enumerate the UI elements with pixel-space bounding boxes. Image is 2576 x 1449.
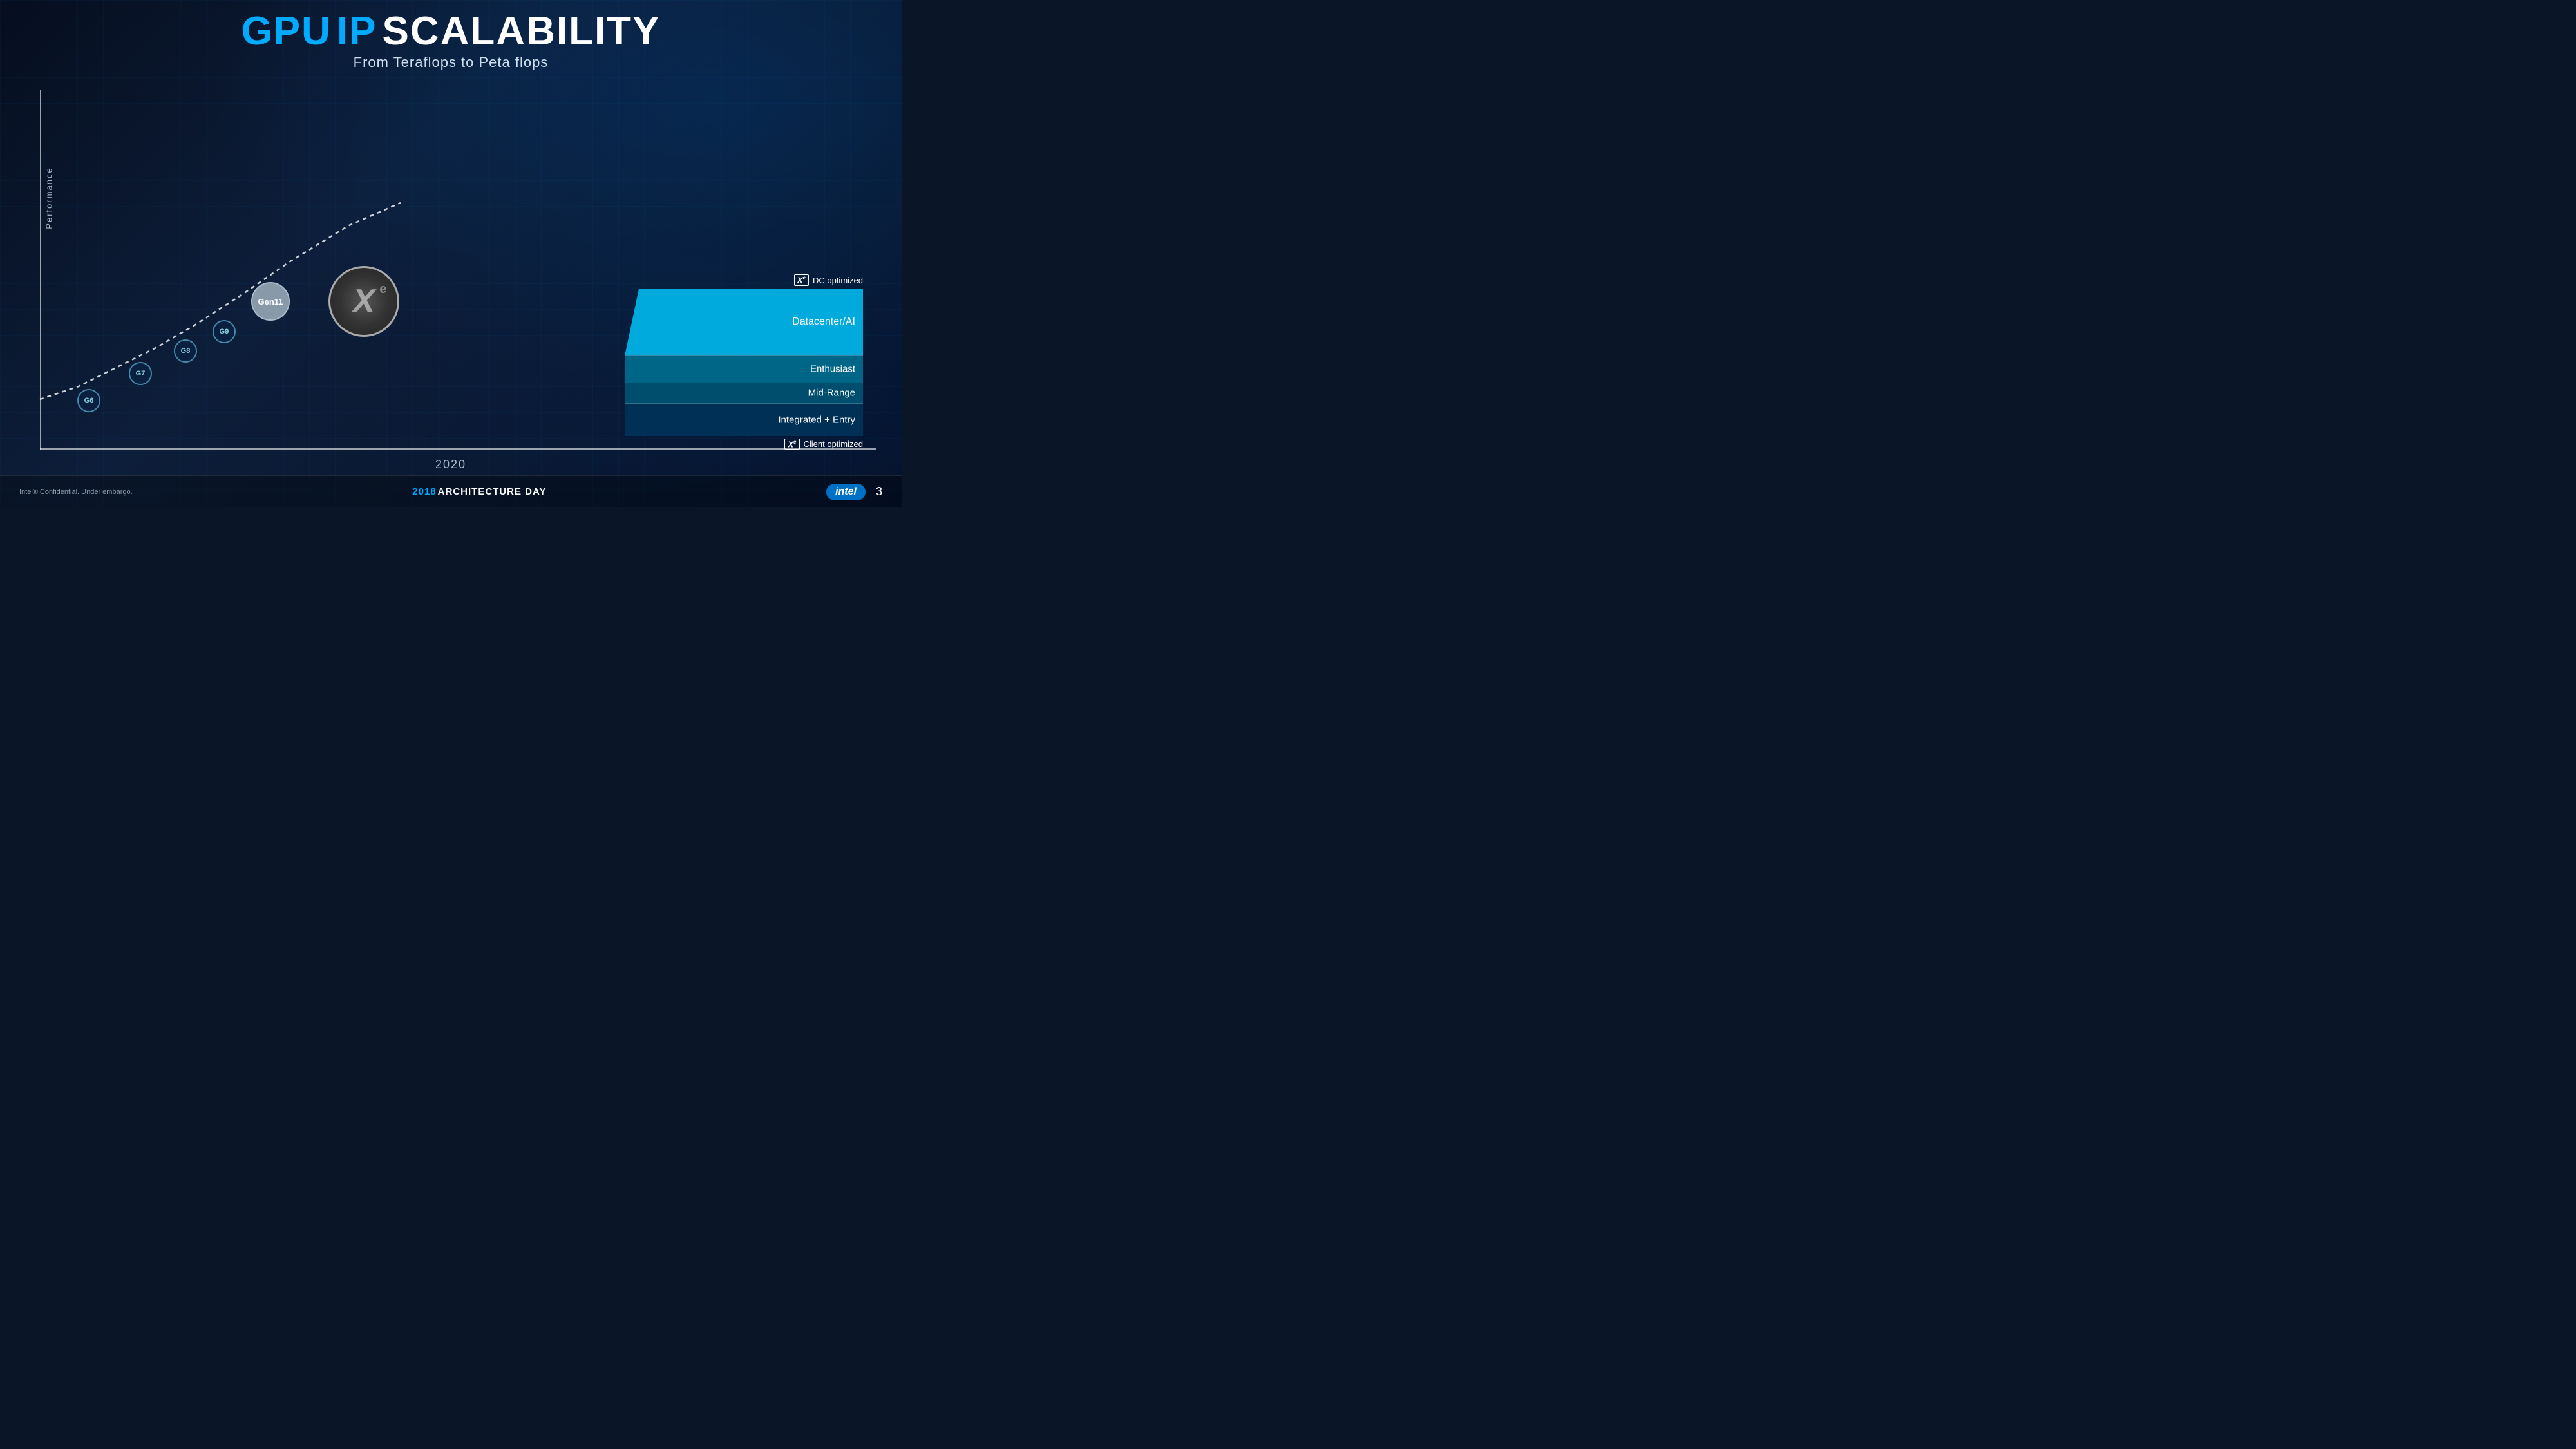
slide-header: GPU IP SCALABILITY From Teraflops to Pet… xyxy=(0,0,902,71)
dc-optimized-label: Xe DC optimized xyxy=(625,274,863,285)
bar-midrange: Mid-Range xyxy=(625,383,863,404)
xe-logo: X e xyxy=(353,282,375,321)
bar-enthusiast: Enthusiast xyxy=(625,356,863,383)
main-title: GPU IP SCALABILITY xyxy=(0,12,902,52)
footer-year: 2018 xyxy=(412,486,436,497)
footer-right: intel 3 xyxy=(826,484,882,500)
title-scalability: SCALABILITY xyxy=(383,12,661,52)
title-ip: IP xyxy=(337,12,377,52)
footer-event: ARCHITECTURE DAY xyxy=(438,486,547,497)
bar-integrated: Integrated + Entry xyxy=(625,404,863,436)
slide-subtitle: From Teraflops to Peta flops xyxy=(0,54,902,71)
intel-logo: intel xyxy=(826,484,866,500)
x-axis-label: 2020 xyxy=(435,458,466,471)
bars-panel: Xe DC optimized Datacenter/AI Enthusiast… xyxy=(625,274,863,450)
page-number: 3 xyxy=(876,485,882,498)
title-gpu: GPU xyxy=(242,12,332,52)
bar-datacenter: Datacenter/AI xyxy=(625,289,863,356)
footer-branding: 2018ARCHITECTURE DAY xyxy=(412,486,546,497)
footer: Intel® Confidential. Under embargo. 2018… xyxy=(0,475,902,507)
footer-confidential: Intel® Confidential. Under embargo. xyxy=(19,488,133,496)
xe-circle: X e xyxy=(328,266,399,337)
slide-content: GPU IP SCALABILITY From Teraflops to Pet… xyxy=(0,0,902,507)
client-optimized-label: Xe Client optimized xyxy=(625,439,863,450)
